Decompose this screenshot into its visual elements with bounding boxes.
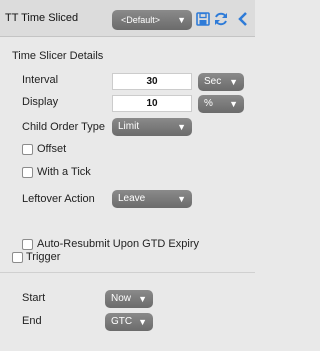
divider xyxy=(0,272,255,273)
offset-checkbox[interactable] xyxy=(22,144,33,155)
display-label: Display xyxy=(22,96,59,108)
auto-resubmit-checkbox[interactable] xyxy=(22,239,33,250)
leftover-action-label: Leftover Action xyxy=(22,193,95,205)
chevron-down-icon: ▼ xyxy=(229,99,238,109)
chevron-down-icon: ▼ xyxy=(229,77,238,87)
end-value: GTC xyxy=(111,316,133,327)
chevron-left-icon[interactable] xyxy=(237,12,249,26)
start-select[interactable]: Now ▼ xyxy=(105,290,153,308)
save-icon[interactable] xyxy=(196,12,210,26)
panel-title: TT Time Sliced xyxy=(5,12,79,24)
chevron-down-icon: ▼ xyxy=(177,194,186,204)
display-unit-select[interactable]: % ▼ xyxy=(198,95,244,113)
interval-label: Interval xyxy=(22,74,59,86)
auto-resubmit-label: Auto-Resubmit Upon GTD Expiry xyxy=(37,238,199,250)
interval-unit-value: Sec xyxy=(204,76,222,87)
with-tick-label: With a Tick xyxy=(37,166,91,178)
end-label: End xyxy=(22,315,42,327)
trigger-label: Trigger xyxy=(26,251,61,263)
chevron-down-icon: ▼ xyxy=(138,294,147,304)
interval-unit-select[interactable]: Sec ▼ xyxy=(198,73,244,91)
child-order-type-select[interactable]: Limit ▼ xyxy=(112,118,192,136)
end-select[interactable]: GTC ▼ xyxy=(105,313,153,331)
chevron-down-icon: ▼ xyxy=(177,15,186,25)
display-input[interactable]: 10 xyxy=(112,95,192,112)
section-title-time-slicer: Time Slicer Details xyxy=(12,50,104,62)
leftover-action-value: Leave xyxy=(118,193,146,204)
offset-label: Offset xyxy=(37,143,67,155)
leftover-action-select[interactable]: Leave ▼ xyxy=(112,190,192,208)
template-select-value: <Default> xyxy=(121,15,161,25)
refresh-icon[interactable] xyxy=(213,11,229,27)
interval-input[interactable]: 30 xyxy=(112,73,192,90)
template-select[interactable]: <Default> ▼ xyxy=(112,10,192,30)
start-label: Start xyxy=(22,292,46,304)
child-order-type-label: Child Order Type xyxy=(22,121,105,133)
child-order-type-value: Limit xyxy=(118,121,140,132)
trigger-checkbox[interactable] xyxy=(12,252,23,263)
with-tick-checkbox[interactable] xyxy=(22,167,33,178)
start-value: Now xyxy=(111,293,132,304)
display-unit-value: % xyxy=(204,98,213,109)
chevron-down-icon: ▼ xyxy=(177,122,186,132)
chevron-down-icon: ▼ xyxy=(138,317,147,327)
